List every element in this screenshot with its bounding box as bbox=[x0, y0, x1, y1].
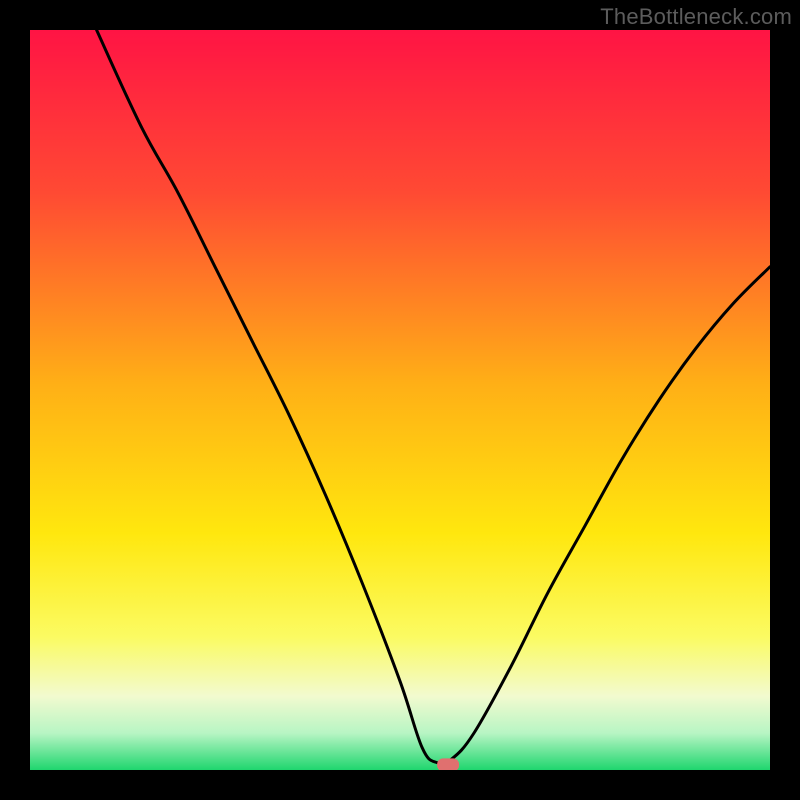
plot-area bbox=[30, 30, 770, 770]
optimum-marker bbox=[437, 758, 459, 770]
chart-frame: TheBottleneck.com bbox=[0, 0, 800, 800]
watermark-text: TheBottleneck.com bbox=[600, 4, 792, 30]
bottleneck-chart bbox=[30, 30, 770, 770]
